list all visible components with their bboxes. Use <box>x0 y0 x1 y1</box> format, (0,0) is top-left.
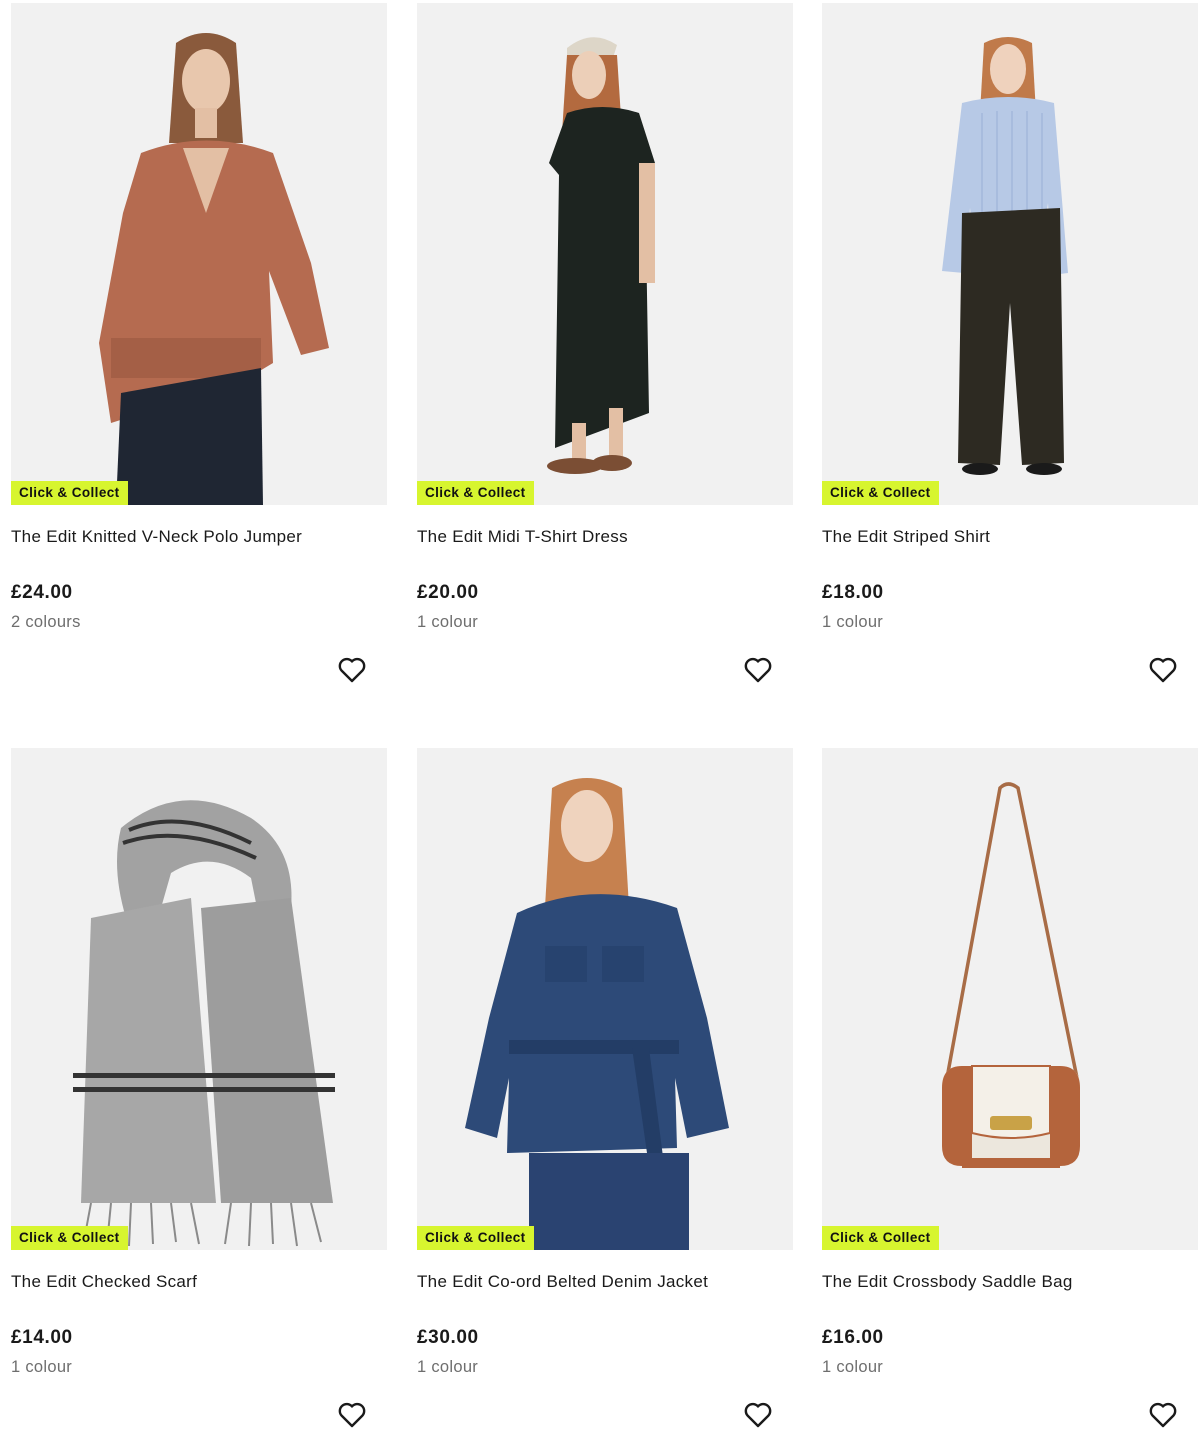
heart-outline-icon <box>744 657 772 683</box>
product-title[interactable]: The Edit Co-ord Belted Denim Jacket <box>417 1272 708 1292</box>
product-price: £30.00 <box>417 1327 479 1348</box>
click-collect-badge: Click & Collect <box>822 1226 939 1250</box>
product-price: £14.00 <box>11 1327 73 1348</box>
wishlist-button[interactable] <box>741 653 775 687</box>
product-price: £20.00 <box>417 582 479 603</box>
product-title[interactable]: The Edit Crossbody Saddle Bag <box>822 1272 1073 1292</box>
product-title[interactable]: The Edit Checked Scarf <box>11 1272 197 1292</box>
heart-outline-icon <box>1149 1402 1177 1428</box>
product-grid: Click & Collect The Edit Knitted V-Neck … <box>0 0 1200 1432</box>
click-collect-badge: Click & Collect <box>11 481 128 505</box>
product-price: £16.00 <box>822 1327 884 1348</box>
heart-outline-icon <box>338 657 366 683</box>
product-title[interactable]: The Edit Knitted V-Neck Polo Jumper <box>11 527 302 547</box>
product-card: Click & Collect The Edit Checked Scarf £… <box>11 748 387 1432</box>
product-card: Click & Collect The Edit Knitted V-Neck … <box>11 3 387 703</box>
product-image-link[interactable]: Click & Collect <box>417 3 793 505</box>
wishlist-button[interactable] <box>335 1398 369 1432</box>
wishlist-button[interactable] <box>335 653 369 687</box>
product-card: Click & Collect The Edit Striped Shirt £… <box>822 3 1198 703</box>
product-colours: 1 colour <box>11 1358 73 1376</box>
product-image-shirt <box>822 3 1198 505</box>
product-colours: 2 colours <box>11 613 81 631</box>
product-colours: 1 colour <box>417 1358 479 1376</box>
click-collect-badge: Click & Collect <box>417 1226 534 1250</box>
wishlist-button[interactable] <box>1146 1398 1180 1432</box>
product-image-link[interactable]: Click & Collect <box>11 3 387 505</box>
product-image-dress <box>417 3 793 505</box>
product-image-link[interactable]: Click & Collect <box>822 748 1198 1250</box>
product-price: £24.00 <box>11 582 73 603</box>
product-price: £18.00 <box>822 582 884 603</box>
click-collect-badge: Click & Collect <box>11 1226 128 1250</box>
click-collect-badge: Click & Collect <box>822 481 939 505</box>
product-title[interactable]: The Edit Striped Shirt <box>822 527 990 547</box>
product-colours: 1 colour <box>822 613 884 631</box>
heart-outline-icon <box>744 1402 772 1428</box>
product-colours: 1 colour <box>417 613 479 631</box>
heart-outline-icon <box>1149 657 1177 683</box>
product-image-denim-jacket <box>417 748 793 1250</box>
heart-outline-icon <box>338 1402 366 1428</box>
wishlist-button[interactable] <box>1146 653 1180 687</box>
product-card: Click & Collect The Edit Crossbody Saddl… <box>822 748 1198 1432</box>
product-colours: 1 colour <box>822 1358 884 1376</box>
click-collect-badge: Click & Collect <box>417 481 534 505</box>
product-image-scarf <box>11 748 387 1250</box>
product-image-link[interactable]: Click & Collect <box>822 3 1198 505</box>
product-image-saddle-bag <box>822 748 1198 1250</box>
product-title[interactable]: The Edit Midi T-Shirt Dress <box>417 527 628 547</box>
product-image-link[interactable]: Click & Collect <box>11 748 387 1250</box>
product-image-jumper <box>11 3 387 505</box>
wishlist-button[interactable] <box>741 1398 775 1432</box>
product-image-link[interactable]: Click & Collect <box>417 748 793 1250</box>
product-card: Click & Collect The Edit Midi T-Shirt Dr… <box>417 3 793 703</box>
product-card: Click & Collect The Edit Co-ord Belted D… <box>417 748 793 1432</box>
